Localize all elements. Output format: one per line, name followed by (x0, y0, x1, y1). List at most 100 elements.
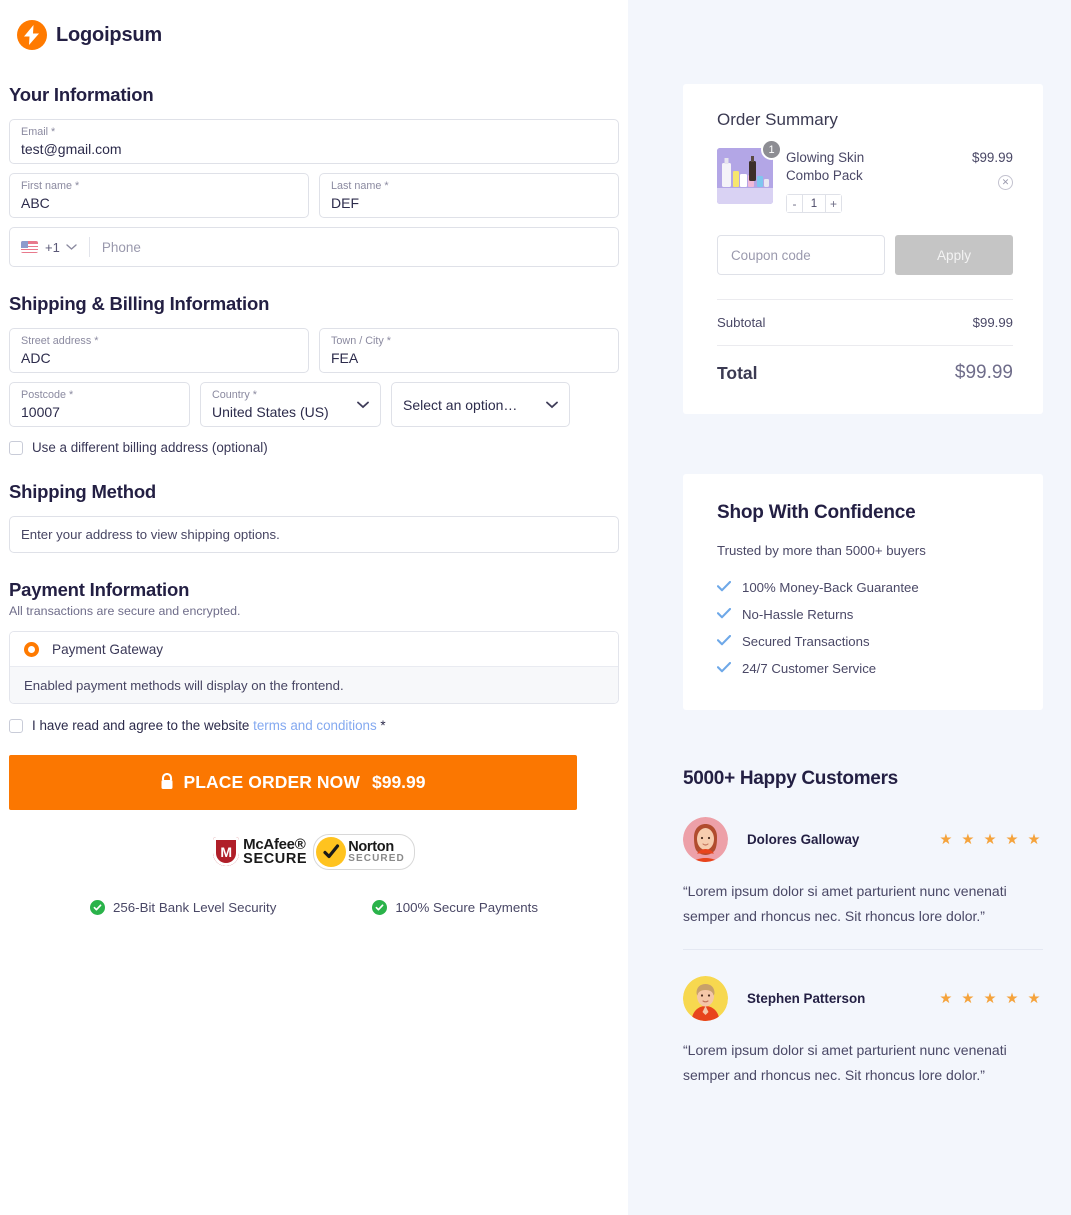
blue-check-icon (716, 580, 732, 595)
testimonial-header: Stephen Patterson ★ ★ ★ ★ ★ (683, 976, 1043, 1021)
payment-gateway-label: Payment Gateway (52, 641, 164, 657)
place-order-label: PLACE ORDER NOW (183, 772, 360, 792)
payment-information-heading: Payment Information (9, 579, 190, 600)
state-select[interactable]: Select an option… (391, 382, 570, 427)
confidence-item-label: No-Hassle Returns (742, 607, 854, 622)
payment-gateway-note: Enabled payment methods will display on … (10, 666, 618, 703)
confidence-item: No-Hassle Returns (716, 607, 1013, 622)
terms-text: I have read and agree to the website ter… (32, 718, 386, 733)
total-row: Total $99.99 (717, 346, 1013, 384)
man-avatar (683, 976, 728, 1021)
rating-stars: ★ ★ ★ ★ ★ (939, 831, 1043, 848)
street-address-label: Street address * (21, 335, 99, 347)
security-badges: M McAfee® SECURE Norton SECURED (9, 834, 619, 870)
remove-item-wrap: ✕ (972, 175, 1013, 190)
street-address-value: ADC (21, 350, 51, 366)
brand-logo[interactable]: Logoipsum (9, 0, 619, 58)
testimonial: Dolores Galloway ★ ★ ★ ★ ★ “Lorem ipsum … (683, 790, 1043, 929)
different-billing-checkbox[interactable] (9, 440, 23, 455)
assurance-item: 100% Secure Payments (372, 900, 538, 915)
confidence-item: 100% Money-Back Guarantee (716, 580, 1013, 595)
shipping-method-heading: Shipping Method (9, 481, 157, 502)
state-value: Select an option… (403, 396, 518, 413)
confidence-item-label: 24/7 Customer Service (742, 661, 877, 676)
order-item-right: $99.99 ✕ (972, 148, 1013, 213)
postcode-value: 10007 (21, 404, 60, 420)
postcode-country-row: Postcode * 10007 Country * United States… (9, 382, 619, 427)
increment-quantity-button[interactable]: + (825, 194, 842, 213)
checkout-form-column: Logoipsum Your Information Email * test@… (0, 0, 628, 1215)
green-check-icon (372, 900, 388, 915)
norton-secured-badge: Norton SECURED (313, 834, 415, 870)
testimonial-name: Stephen Patterson (747, 991, 866, 1006)
country-label: Country * (212, 389, 258, 401)
last-name-value: DEF (331, 195, 359, 211)
testimonial-text: “Lorem ipsum dolor si amet parturient nu… (683, 1042, 1007, 1083)
subtotal-label: Subtotal (717, 315, 766, 330)
chevron-down-icon (546, 396, 558, 414)
country-select[interactable]: Country * United States (US) (200, 382, 381, 427)
confidence-item: Secured Transactions (716, 634, 1013, 649)
city-field[interactable]: Town / City * FEA (319, 328, 619, 373)
product-thumbnail-wrap: 1 (717, 139, 782, 213)
mcafee-secure-badge: M McAfee® SECURE (213, 837, 307, 867)
first-name-field[interactable]: First name * ABC (9, 173, 309, 218)
email-value: test@gmail.com (21, 141, 122, 157)
woman-avatar (683, 817, 728, 862)
norton-line1: Norton (348, 838, 394, 855)
name-row: First name * ABC Last name * DEF (9, 173, 619, 218)
divider (88, 237, 90, 257)
address-row: Street address * ADC Town / City * FEA (9, 328, 619, 373)
terms-row[interactable]: I have read and agree to the website ter… (9, 718, 619, 733)
payment-gateway-radio[interactable] (24, 641, 39, 657)
place-order-button[interactable]: PLACE ORDER NOW $99.99 (9, 755, 577, 810)
email-label: Email * (21, 126, 56, 138)
terms-and-conditions-link[interactable]: terms and conditions (253, 718, 377, 733)
order-item-price: $99.99 (972, 150, 1013, 165)
terms-prefix: I have read and agree to the website (32, 718, 250, 733)
chevron-down-icon[interactable] (66, 238, 77, 256)
different-billing-row[interactable]: Use a different billing address (optiona… (9, 440, 619, 455)
checkout-page: Logoipsum Your Information Email * test@… (0, 0, 1071, 1215)
first-name-value: ABC (21, 195, 50, 211)
blue-check-icon (716, 661, 732, 676)
subtotal-row: Subtotal $99.99 (717, 300, 1013, 345)
assurance-item: 256-Bit Bank Level Security (90, 900, 276, 915)
coupon-input[interactable]: Coupon code (717, 235, 885, 275)
remove-item-icon[interactable]: ✕ (998, 175, 1013, 190)
testimonials-title: 5000+ Happy Customers (683, 768, 898, 789)
quantity-stepper[interactable]: - 1 + (786, 194, 842, 213)
testimonials-section: 5000+ Happy Customers Dolores Galloway ★… (683, 768, 1043, 1088)
confidence-subtitle: Trusted by more than 5000+ buyers (717, 543, 926, 558)
street-address-field[interactable]: Street address * ADC (9, 328, 309, 373)
mcafee-mark: M (220, 843, 232, 860)
apply-coupon-button[interactable]: Apply (895, 235, 1013, 275)
first-name-label: First name * (21, 180, 80, 192)
email-field[interactable]: Email * test@gmail.com (9, 119, 619, 164)
assurance-label: 256-Bit Bank Level Security (113, 900, 277, 915)
testimonial-name: Dolores Galloway (747, 832, 860, 847)
terms-checkbox[interactable] (9, 718, 23, 733)
payment-gateway-option[interactable]: Payment Gateway (10, 632, 618, 666)
order-summary-card: Order Summary 1 Glowing Skin Combo Pack … (683, 84, 1043, 414)
item-quantity-badge: 1 (761, 139, 782, 160)
confidence-item-label: Secured Transactions (742, 634, 870, 649)
blue-check-icon (716, 634, 732, 649)
last-name-field[interactable]: Last name * DEF (319, 173, 619, 218)
your-information-heading: Your Information (9, 84, 154, 105)
decrement-quantity-button[interactable]: - (786, 194, 803, 213)
phone-field[interactable]: +1 Phone (9, 227, 619, 267)
confidence-title: Shop With Confidence (717, 502, 916, 523)
norton-line2: SECURED (348, 853, 405, 865)
blue-check-icon (716, 607, 732, 622)
phone-input[interactable]: Phone (102, 240, 141, 255)
coupon-row: Coupon code Apply (717, 235, 1013, 275)
testimonial-header: Dolores Galloway ★ ★ ★ ★ ★ (683, 817, 1043, 862)
shipping-billing-heading: Shipping & Billing Information (9, 293, 270, 314)
shipping-method-message: Enter your address to view shipping opti… (9, 516, 619, 553)
order-item-details: Glowing Skin Combo Pack - 1 + (786, 148, 959, 213)
us-flag-icon (21, 241, 38, 253)
city-value: FEA (331, 350, 359, 366)
payment-gateway-box: Payment Gateway Enabled payment methods … (9, 631, 619, 704)
postcode-field[interactable]: Postcode * 10007 (9, 382, 190, 427)
